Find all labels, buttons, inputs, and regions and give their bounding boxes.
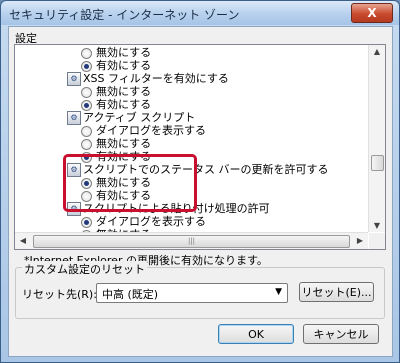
category-label: スクリプトでのステータス バーの更新を許可する <box>83 163 329 176</box>
category-label: アクティブ スクリプト <box>83 111 196 124</box>
radio-checked-icon[interactable] <box>81 152 92 163</box>
scroll-left-icon[interactable]: ◀ <box>15 236 31 245</box>
settings-tree: 無効にする 有効にする ⚙ XSS フィルターを有効にする 無効にする 有効にする ⚙ アクテ… <box>15 45 368 232</box>
close-button[interactable]: X <box>351 3 393 23</box>
radio-unchecked-icon[interactable] <box>81 126 92 137</box>
option-label: ダイアログを表示する <box>96 124 206 137</box>
reset-custom-settings-group: カスタム設定のリセット リセット先(R): 中高 (既定) ▼ リセット(E).… <box>15 261 385 319</box>
cancel-button[interactable]: キャンセル <box>303 324 379 344</box>
radio-checked-icon[interactable] <box>81 61 92 72</box>
scroll-up-icon[interactable]: ▲ <box>369 47 385 56</box>
close-icon: X <box>367 6 377 20</box>
radio-unchecked-icon[interactable] <box>81 48 92 59</box>
radio-unchecked-icon[interactable] <box>81 87 92 98</box>
reset-group-title: カスタム設定のリセット <box>22 261 147 277</box>
title-bar: セキュリティ設定 - インターネット ゾーン X <box>1 1 399 25</box>
ok-button[interactable]: OK <box>218 324 294 344</box>
scroll-right-icon[interactable]: ▶ <box>352 236 368 245</box>
option-label: ダイアログを表示する <box>96 215 206 228</box>
option-label: 無効にする <box>96 176 152 189</box>
horizontal-scrollbar[interactable]: ◀ ||| ▶ <box>15 232 368 249</box>
option-label: 無効にする <box>96 137 152 150</box>
radio-unchecked-icon[interactable] <box>81 191 92 202</box>
radio-checked-icon[interactable] <box>81 217 92 228</box>
category-label: スクリプトによる貼り付け処理の許可 <box>83 202 270 215</box>
option-label: 無効にする <box>96 46 152 59</box>
settings-category-icon: ⚙ <box>67 72 81 86</box>
radio-checked-icon[interactable] <box>81 100 92 111</box>
option-label: 有効にする <box>96 59 152 72</box>
vertical-scroll-thumb[interactable] <box>371 155 384 171</box>
radio-unchecked-icon[interactable] <box>81 139 92 150</box>
scroll-down-icon[interactable]: ▼ <box>369 221 385 230</box>
category-label: XSS フィルターを有効にする <box>83 72 229 85</box>
security-settings-dialog: セキュリティ設定 - インターネット ゾーン X 設定 無効にする 有効にする ⚙ X… <box>0 0 400 363</box>
radio-checked-icon[interactable] <box>81 178 92 189</box>
reset-level-value: 中高 (既定) <box>102 288 159 301</box>
reset-level-select[interactable]: 中高 (既定) ▼ <box>96 283 288 303</box>
option-label: 無効にする <box>96 85 152 98</box>
reset-button[interactable]: リセット(E)... <box>299 282 374 302</box>
option-label: 有効にする <box>96 189 152 202</box>
horizontal-scroll-thumb[interactable]: ||| <box>33 235 350 248</box>
dialog-body: 設定 無効にする 有効にする ⚙ XSS フィルターを有効にする 無効にする 有効にする ⚙… <box>8 26 393 357</box>
chevron-down-icon: ▼ <box>275 287 282 297</box>
settings-list[interactable]: 無効にする 有効にする ⚙ XSS フィルターを有効にする 無効にする 有効にする ⚙ アクテ… <box>14 44 386 250</box>
option-label: 有効にする <box>96 98 152 111</box>
vertical-scrollbar[interactable]: ▲ ▼ <box>368 45 385 232</box>
option-label: 有効にする <box>96 150 152 163</box>
settings-category-icon: ⚙ <box>67 202 81 216</box>
scroll-corner <box>369 233 385 249</box>
settings-category-icon: ⚙ <box>67 163 81 177</box>
reset-to-label: リセット先(R): <box>22 288 97 301</box>
window-title: セキュリティ設定 - インターネット ゾーン <box>9 8 240 22</box>
settings-category-icon: ⚙ <box>67 111 81 125</box>
